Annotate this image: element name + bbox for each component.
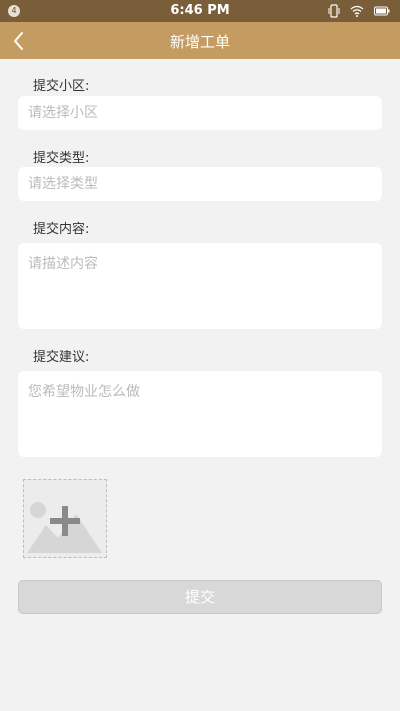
suggestion-label: 提交建议: <box>33 350 90 365</box>
content-label: 提交内容: <box>33 222 90 237</box>
community-label: 提交小区: <box>33 79 90 94</box>
submit-button[interactable]: 提交 <box>18 580 382 614</box>
status-bar: 4 6:46 PM <box>0 0 400 22</box>
suggestion-textarea[interactable]: 您希望物业怎么做 <box>18 371 382 457</box>
image-upload-button[interactable] <box>23 479 107 558</box>
page-title: 新增工单 <box>169 33 230 51</box>
add-image-icon <box>27 502 102 553</box>
community-select[interactable]: 请选择小区 <box>18 96 382 130</box>
nav-bar: 新增工单 <box>0 22 400 59</box>
vibrate-icon <box>328 4 340 18</box>
type-label: 提交类型: <box>33 151 90 166</box>
wifi-icon <box>350 5 364 17</box>
content-textarea[interactable]: 请描述内容 <box>18 243 382 329</box>
battery-icon <box>374 6 390 16</box>
type-select[interactable]: 请选择类型 <box>18 167 382 201</box>
status-icons <box>323 4 390 18</box>
